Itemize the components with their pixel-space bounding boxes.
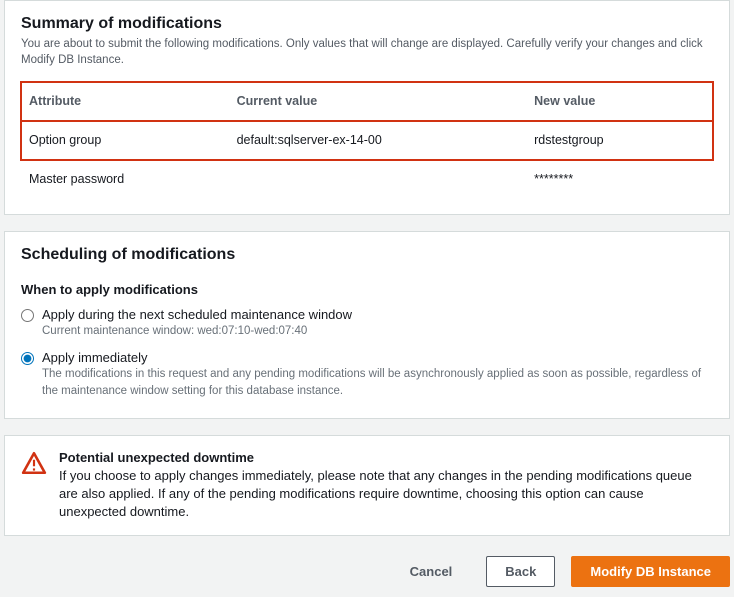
modify-db-instance-button[interactable]: Modify DB Instance (571, 556, 730, 587)
alert-title: Potential unexpected downtime (59, 450, 713, 465)
cancel-button[interactable]: Cancel (392, 557, 471, 586)
downtime-alert: Potential unexpected downtime If you cho… (4, 435, 730, 537)
radio-apply-immediately-title: Apply immediately (42, 350, 148, 365)
table-row: Master password ******** (21, 160, 713, 199)
radio-maintenance-window-title: Apply during the next scheduled maintena… (42, 307, 352, 322)
cell-new: rdstestgroup (526, 121, 713, 160)
warning-icon (21, 450, 47, 522)
modifications-table: Attribute Current value New value Option… (21, 82, 713, 198)
summary-description: You are about to submit the following mo… (21, 37, 713, 68)
table-row: Option group default:sqlserver-ex-14-00 … (21, 121, 713, 160)
cell-attribute: Option group (21, 121, 229, 160)
summary-panel: Summary of modifications You are about t… (4, 0, 730, 215)
radio-maintenance-window-input[interactable] (21, 309, 34, 322)
scheduling-panel: Scheduling of modifications When to appl… (4, 231, 730, 419)
radio-apply-immediately[interactable]: Apply immediately The modifications in t… (21, 350, 713, 400)
summary-title: Summary of modifications (21, 15, 713, 33)
cell-current (229, 160, 527, 199)
footer-actions: Cancel Back Modify DB Instance (4, 556, 730, 587)
scheduling-title: Scheduling of modifications (21, 246, 713, 264)
radio-maintenance-window[interactable]: Apply during the next scheduled maintena… (21, 307, 713, 340)
scheduling-label: When to apply modifications (21, 282, 713, 297)
radio-apply-immediately-input[interactable] (21, 352, 34, 365)
back-button[interactable]: Back (486, 556, 555, 587)
cell-current: default:sqlserver-ex-14-00 (229, 121, 527, 160)
col-current: Current value (229, 82, 527, 121)
cell-attribute: Master password (21, 160, 229, 199)
radio-maintenance-window-sub: Current maintenance window: wed:07:10-we… (42, 325, 307, 337)
col-attribute: Attribute (21, 82, 229, 121)
alert-body: If you choose to apply changes immediate… (59, 467, 713, 522)
radio-apply-immediately-sub: The modifications in this request and an… (42, 368, 701, 398)
cell-new: ******** (526, 160, 713, 199)
col-new: New value (526, 82, 713, 121)
